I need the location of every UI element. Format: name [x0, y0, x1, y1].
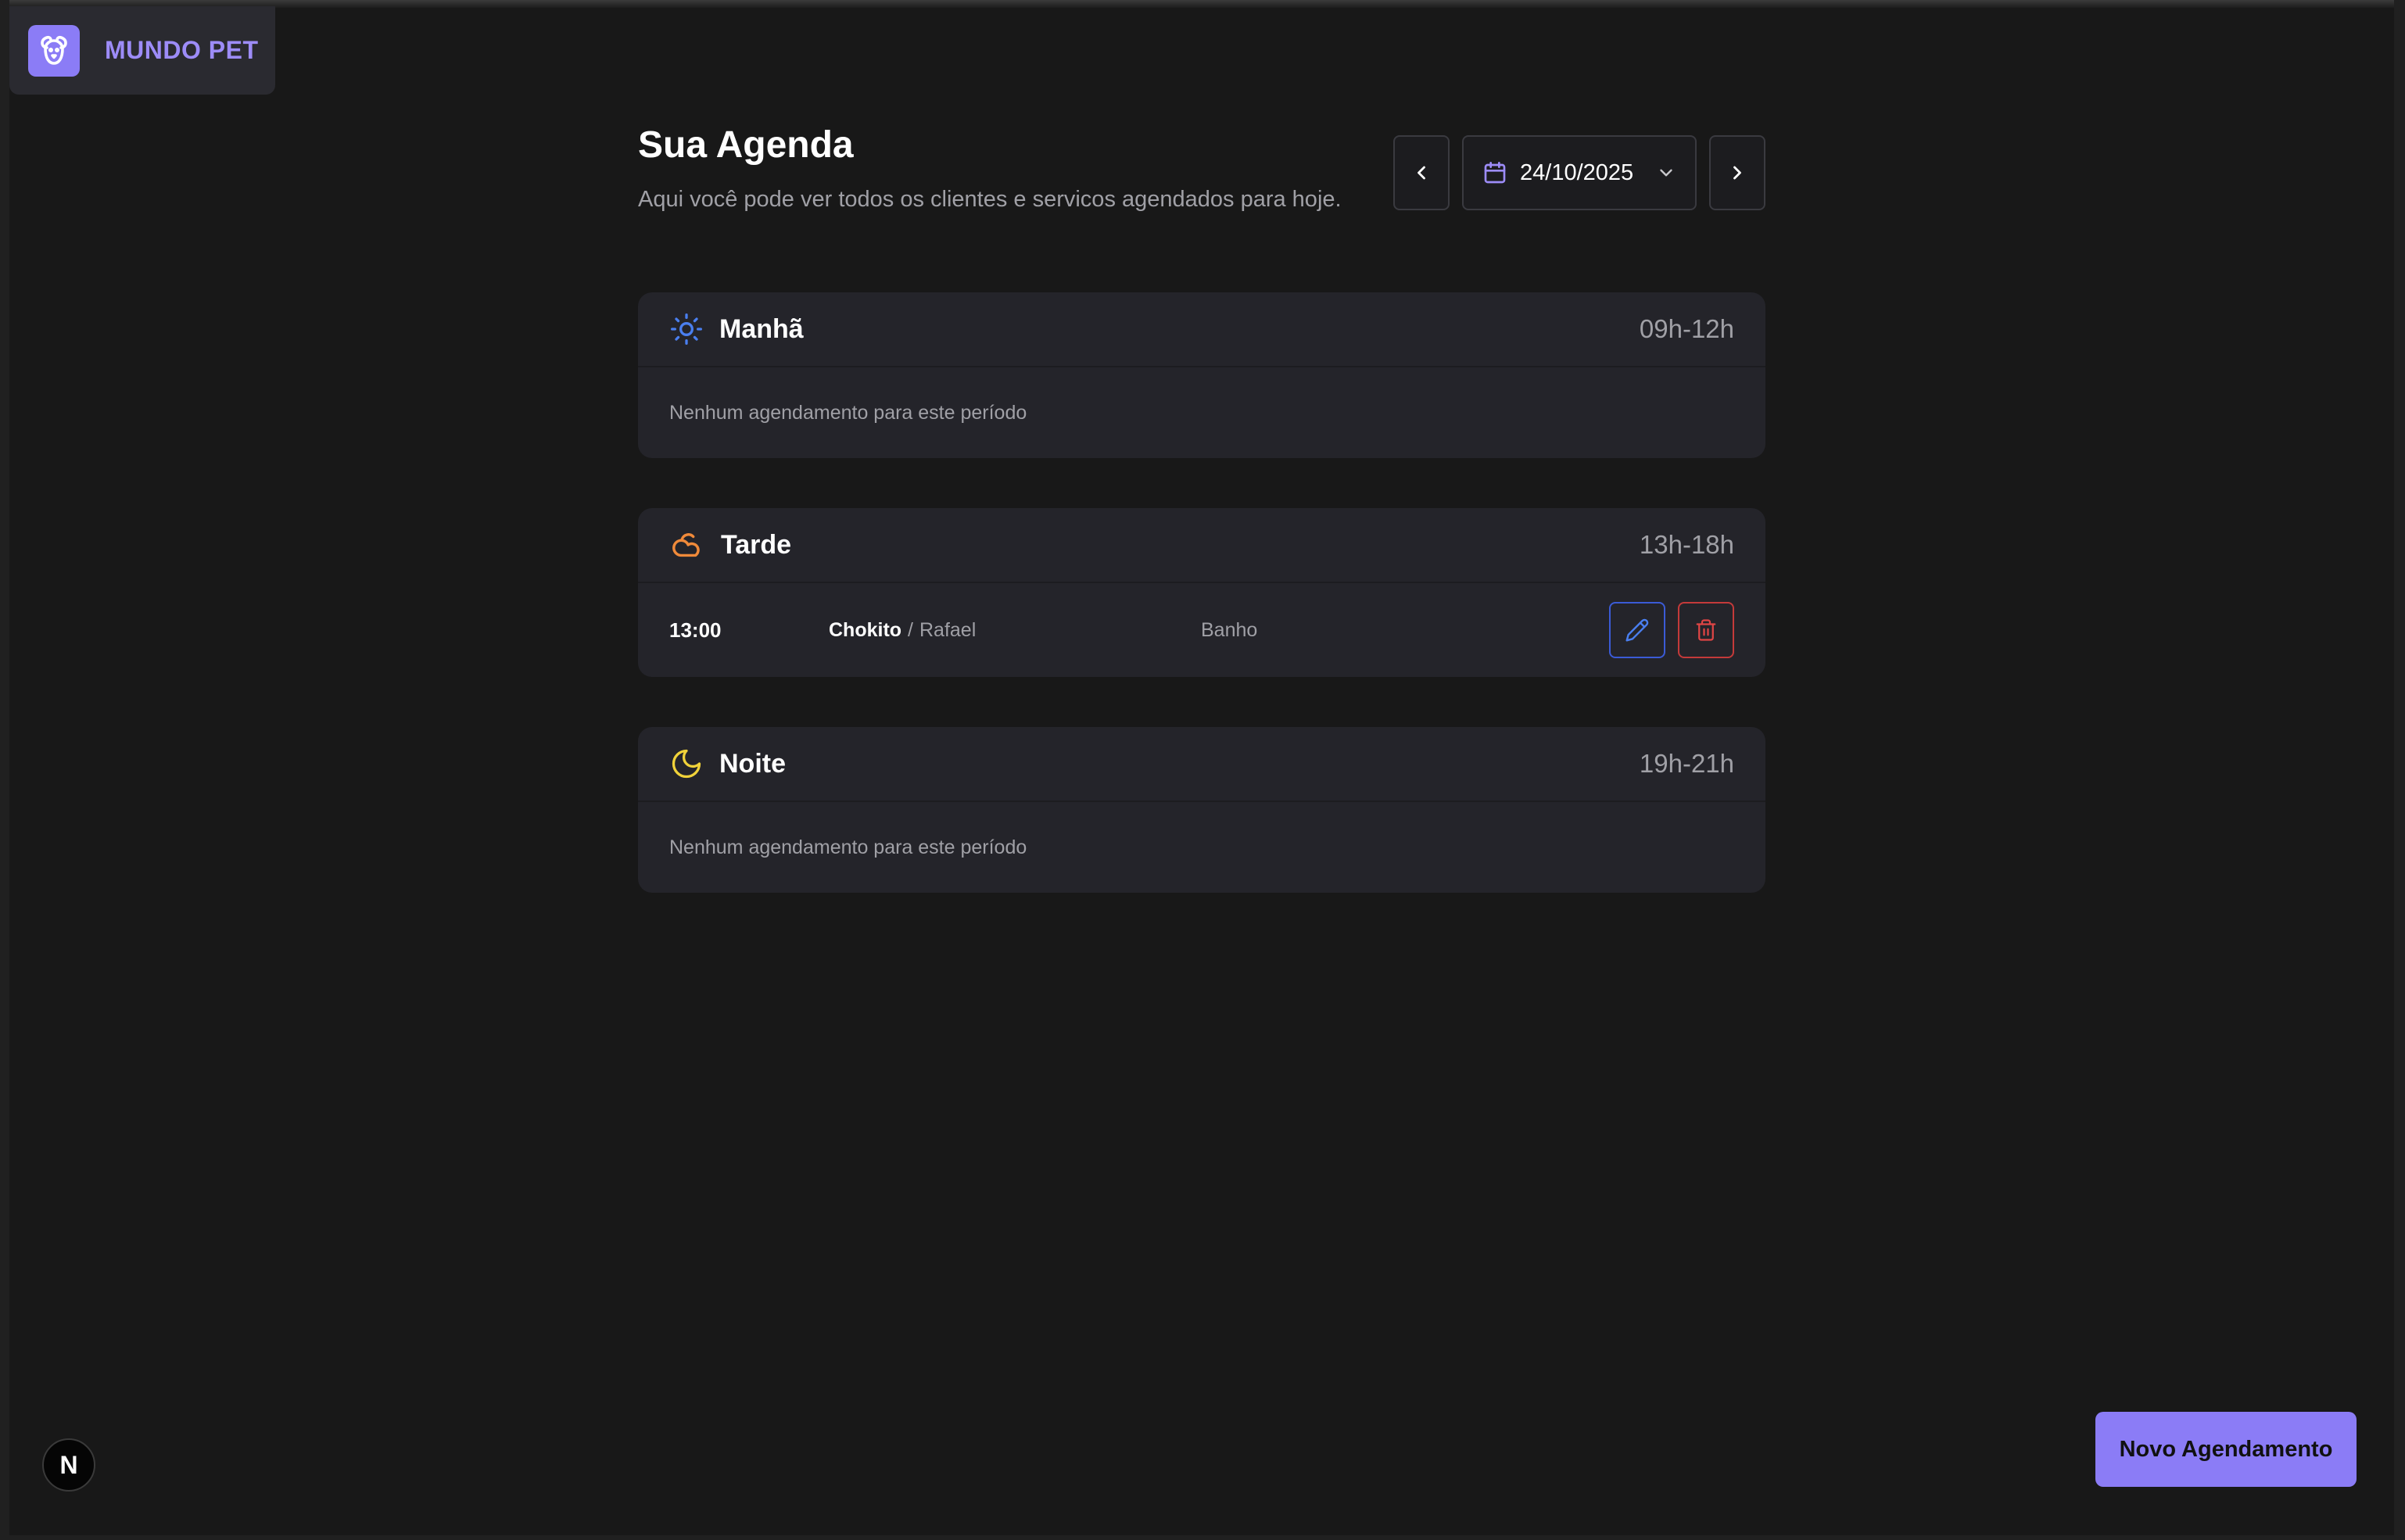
appointment-client: Chokito / Rafael — [829, 619, 1201, 642]
pet-name: Chokito — [829, 618, 902, 641]
period-header: Noite 19h-21h — [638, 727, 1765, 802]
period-afternoon: Tarde 13h-18h 13:00 Chokito / Rafael Banho — [638, 508, 1765, 677]
date-navigation: 24/10/2025 — [1393, 135, 1765, 210]
date-picker[interactable]: 24/10/2025 — [1462, 135, 1697, 210]
brand-header[interactable]: MUNDO PET — [9, 6, 275, 95]
period-evening: Noite 19h-21h Nenhum agendamento para es… — [638, 727, 1765, 893]
window-left-border — [0, 0, 9, 1540]
appointment-row[interactable]: 13:00 Chokito / Rafael Banho — [638, 583, 1765, 677]
period-title: Tarde — [721, 529, 792, 560]
dog-face-icon — [28, 24, 80, 77]
period-title: Manhã — [719, 313, 804, 344]
new-appointment-button[interactable]: Novo Agendamento — [2095, 1412, 2357, 1487]
period-range: 09h-12h — [1639, 314, 1734, 343]
empty-message: Nenhum agendamento para este período — [669, 402, 1027, 424]
selected-date: 24/10/2025 — [1520, 159, 1634, 185]
period-range: 13h-18h — [1639, 530, 1734, 559]
agenda-main: Sua Agenda Aqui você pode ver todos os c… — [638, 119, 1765, 893]
window-bottom-border — [0, 1535, 2405, 1540]
sun-icon — [671, 313, 702, 345]
chevron-down-icon — [1660, 169, 1672, 177]
period-range: 19h-21h — [1639, 749, 1734, 778]
pencil-icon — [1625, 618, 1649, 642]
moon-icon — [672, 749, 701, 779]
period-header: Tarde 13h-18h — [638, 508, 1765, 583]
delete-appointment-button[interactable] — [1678, 602, 1734, 658]
appointment-time: 13:00 — [669, 618, 722, 642]
owner-name: Rafael — [919, 618, 977, 641]
window-right-border — [2394, 0, 2405, 1540]
chevron-left-icon — [1418, 166, 1425, 180]
edit-appointment-button[interactable] — [1609, 602, 1665, 658]
next-day-button[interactable] — [1709, 135, 1765, 210]
period-title: Noite — [719, 748, 786, 779]
calendar-icon — [1484, 162, 1506, 184]
agenda-header: Sua Agenda Aqui você pode ver todos os c… — [638, 124, 1765, 270]
window-top-border — [0, 0, 2405, 8]
period-header: Manhã 09h-12h — [638, 292, 1765, 367]
nextjs-dev-badge[interactable]: N — [42, 1438, 95, 1492]
previous-day-button[interactable] — [1393, 135, 1450, 210]
appointment-service: Banho — [1201, 618, 1258, 641]
trash-icon — [1696, 619, 1716, 641]
period-morning: Manhã 09h-12h Nenhum agendamento para es… — [638, 292, 1765, 458]
appointment-actions — [1609, 602, 1734, 658]
empty-message: Nenhum agendamento para este período — [669, 836, 1027, 858]
name-separator: / — [908, 618, 913, 641]
chevron-right-icon — [1733, 166, 1741, 180]
brand-name: MUNDO PET — [105, 36, 259, 64]
cloud-sun-icon — [672, 533, 700, 557]
